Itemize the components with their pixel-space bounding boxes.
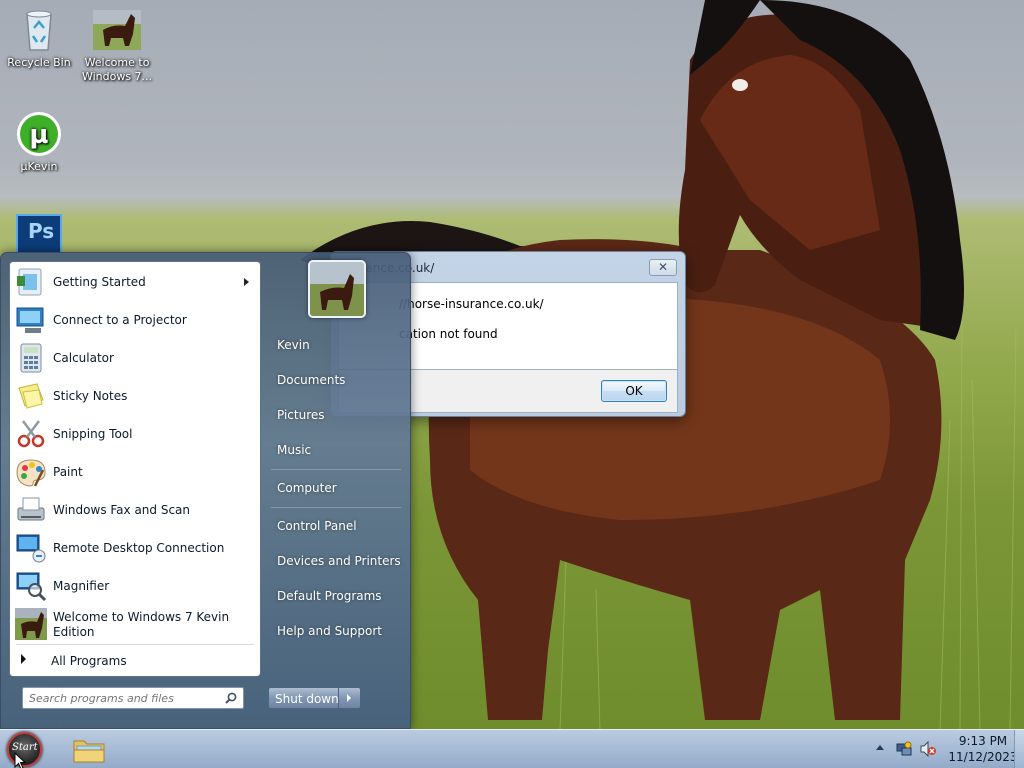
start-link-help-support[interactable]: Help and Support	[267, 616, 403, 646]
svg-text:µ: µ	[29, 120, 48, 150]
submenu-arrow-icon	[244, 278, 249, 286]
search-box[interactable]	[22, 687, 244, 709]
program-sticky-notes[interactable]: Sticky Notes	[13, 378, 257, 414]
horse-photo-icon	[15, 608, 47, 640]
start-link-label: Music	[277, 443, 312, 457]
taskbar-explorer-button[interactable]	[70, 733, 108, 766]
search-input[interactable]	[29, 691, 215, 705]
desktop-icon-label: Recycle Bin	[7, 56, 71, 69]
shutdown-options-button[interactable]	[338, 688, 360, 708]
start-link-label: Computer	[277, 481, 337, 495]
start-menu: Getting Started Connect to a Projector C…	[0, 252, 411, 729]
fax-icon	[17, 497, 45, 521]
program-label: Remote Desktop Connection	[53, 541, 225, 555]
program-label-line2: Edition	[53, 625, 95, 639]
shutdown-label: Shut down	[275, 692, 339, 706]
program-label: Calculator	[53, 351, 114, 365]
program-getting-started[interactable]: Getting Started	[13, 264, 257, 300]
start-link-documents[interactable]: Documents	[267, 365, 403, 395]
search-icon[interactable]	[225, 692, 237, 704]
program-label: Magnifier	[53, 579, 110, 593]
remote-desktop-icon	[16, 534, 46, 563]
dialog-close-button[interactable]: ✕	[649, 259, 677, 276]
scissors-icon	[17, 420, 45, 448]
clock-date[interactable]: 11/12/2023	[944, 750, 1022, 764]
desktop-icon-recycle-bin[interactable]: Recycle Bin	[2, 6, 76, 70]
paint-palette-icon	[16, 459, 46, 487]
volume-muted-icon[interactable]	[920, 741, 936, 757]
windows-explorer-icon	[73, 740, 105, 763]
start-link-default-programs[interactable]: Default Programs	[267, 581, 403, 611]
all-programs-button[interactable]: All Programs	[13, 648, 257, 674]
program-label: Connect to a Projector	[53, 313, 187, 327]
program-label: Windows Fax and Scan	[53, 503, 191, 517]
program-snipping-tool[interactable]: Snipping Tool	[13, 416, 257, 452]
photoshop-icon: Ps	[16, 214, 62, 254]
program-paint[interactable]: Paint	[13, 454, 257, 490]
user-account-picture[interactable]	[308, 260, 366, 318]
start-link-control-panel[interactable]: Control Panel	[267, 511, 403, 541]
program-fax-scan[interactable]: Windows Fax and Scan	[13, 492, 257, 528]
magnifier-icon	[16, 572, 47, 602]
start-link-devices-printers[interactable]: Devices and Printers	[267, 546, 403, 576]
utorrent-icon: µ	[15, 110, 63, 158]
start-link-label: Kevin	[277, 338, 310, 352]
start-link-label: Documents	[277, 373, 346, 387]
start-link-label: Control Panel	[277, 519, 357, 533]
all-programs-label: All Programs	[51, 654, 127, 668]
program-label: Welcome to Windows 7 Kevin	[53, 610, 230, 624]
start-link-label: Devices and Printers	[277, 554, 401, 568]
program-remote-desktop[interactable]: Remote Desktop Connection	[13, 530, 257, 566]
program-label: Paint	[53, 465, 83, 479]
show-desktop-button[interactable]	[1014, 730, 1024, 768]
start-link-music[interactable]: Music	[267, 435, 403, 465]
desktop-icon-utorrent[interactable]: µ µKevin	[2, 110, 76, 174]
right-pane-divider	[271, 469, 401, 470]
start-link-computer[interactable]: Computer	[267, 473, 403, 503]
mouse-cursor-icon	[14, 752, 26, 768]
start-menu-programs-pane: Getting Started Connect to a Projector C…	[9, 261, 261, 677]
desktop-icon-label: µKevin	[20, 160, 58, 173]
program-magnifier[interactable]: Magnifier	[13, 568, 257, 604]
program-welcome-windows7[interactable]: Welcome to Windows 7 Kevin Edition	[13, 606, 257, 642]
recycle-bin-icon	[15, 6, 63, 54]
desktop-icon-photoshop[interactable]: Ps	[2, 214, 76, 256]
show-hidden-icons-arrow-icon[interactable]	[876, 745, 884, 750]
start-link-label: Pictures	[277, 408, 325, 422]
right-pane-divider	[271, 507, 401, 508]
start-link-label: Default Programs	[277, 589, 382, 603]
taskbar: Start 9:13 PM 11/12/2023	[0, 729, 1024, 768]
program-connect-projector[interactable]: Connect to a Projector	[13, 302, 257, 338]
program-label: Getting Started	[53, 275, 146, 289]
chevron-right-icon	[347, 694, 351, 702]
start-link-kevin[interactable]: Kevin	[267, 330, 403, 360]
network-icon[interactable]	[896, 741, 912, 757]
program-label: Sticky Notes	[53, 389, 128, 403]
horse-photo-icon	[93, 6, 141, 54]
desktop-icon-welcome[interactable]: Welcome to Windows 7...	[80, 6, 154, 84]
clock-time[interactable]: 9:13 PM	[944, 734, 1022, 748]
program-label: Snipping Tool	[53, 427, 133, 441]
arrow-right-icon	[21, 654, 26, 664]
dialog-message-url: //horse-insurance.co.uk/	[399, 297, 544, 311]
sticky-notes-icon	[18, 383, 44, 409]
start-link-label: Help and Support	[277, 624, 382, 638]
program-calculator[interactable]: Calculator	[13, 340, 257, 376]
dialog-message-error: cation not found	[399, 327, 498, 341]
programs-divider	[16, 644, 254, 645]
system-tray: 9:13 PM 11/12/2023	[864, 730, 1024, 768]
ok-button[interactable]: OK	[601, 380, 667, 402]
shutdown-button[interactable]: Shut down	[268, 687, 361, 709]
calculator-icon	[20, 343, 42, 373]
getting-started-icon	[17, 268, 42, 296]
start-link-pictures[interactable]: Pictures	[267, 400, 403, 430]
desktop-icon-label: Welcome to Windows 7...	[81, 56, 153, 83]
projector-icon	[16, 307, 44, 333]
